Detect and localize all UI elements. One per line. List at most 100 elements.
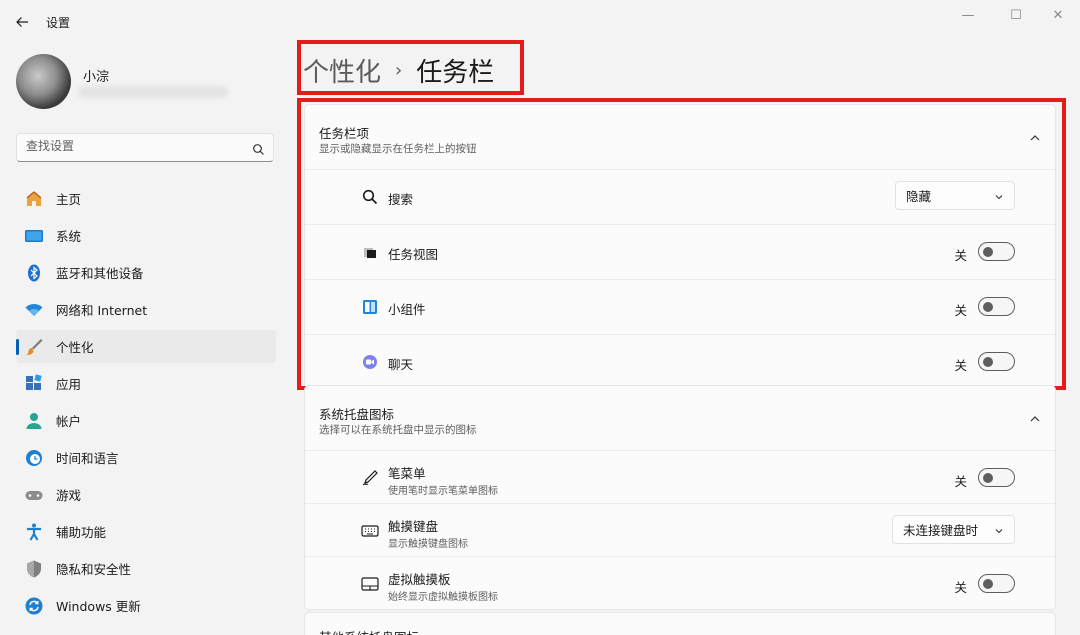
page-title: 任务栏: [416, 58, 495, 88]
toggle-state: 关: [954, 474, 967, 489]
sidebar-nav: 主页 系统 蓝牙和其他设备 网络和 Internet 个性化 应用 帐户 时间和…: [16, 182, 276, 626]
system-tray-header[interactable]: 系统托盘图标 选择可以在系统托盘中显示的图标: [305, 386, 1055, 450]
bluetooth-icon: [24, 263, 44, 283]
sidebar-item-label: Windows 更新: [56, 599, 141, 614]
chevron-down-icon: [994, 524, 1004, 539]
task-view-icon: [361, 243, 379, 261]
breadcrumb-separator: ›: [395, 60, 403, 81]
section-subtitle: 显示或隐藏显示在任务栏上的按钮: [319, 143, 477, 155]
app-title: 设置: [46, 16, 71, 30]
dropdown-value: 隐藏: [906, 189, 932, 204]
keyboard-icon: [361, 522, 379, 540]
chevron-down-icon: [994, 190, 1004, 205]
setting-label: 搜索: [388, 192, 414, 207]
sidebar-item-label: 隐私和安全性: [56, 562, 132, 577]
brush-icon: [24, 337, 44, 357]
sidebar-item-label: 时间和语言: [56, 451, 119, 466]
toggle-state: 关: [954, 580, 967, 595]
sidebar-item-label: 辅助功能: [56, 525, 107, 540]
maximize-button[interactable]: ☐: [998, 4, 1034, 26]
toggle-state: 关: [954, 248, 967, 263]
sidebar-item-accounts[interactable]: 帐户: [16, 404, 276, 437]
task-view-toggle[interactable]: [978, 242, 1015, 261]
search-icon: [361, 188, 379, 206]
setting-row-touch-keyboard: 触摸键盘 显示触摸键盘图标 未连接键盘时: [305, 503, 1055, 556]
sidebar-item-label: 系统: [56, 229, 82, 244]
setting-label: 任务视图: [388, 247, 439, 262]
setting-row-widgets: 小组件 关: [305, 279, 1055, 334]
virtual-touchpad-toggle[interactable]: [978, 574, 1015, 593]
dropdown-value: 未连接键盘时: [903, 523, 979, 538]
chat-toggle[interactable]: [978, 352, 1015, 371]
breadcrumb-parent[interactable]: 个性化: [303, 52, 381, 89]
home-icon: [24, 189, 44, 209]
setting-description: 始终显示虚拟触摸板图标: [388, 592, 498, 603]
wifi-icon: [24, 300, 44, 320]
setting-row-search: 搜索 隐藏: [305, 169, 1055, 224]
taskbar-items-card: 任务栏项 显示或隐藏显示在任务栏上的按钮 搜索 隐藏 任务视图 关 小组件 关 …: [304, 104, 1056, 390]
display-icon: [24, 226, 44, 246]
sidebar-item-label: 帐户: [56, 414, 82, 429]
toggle-state: 关: [954, 358, 967, 373]
other-tray-card[interactable]: 其他系统托盘图标: [304, 612, 1056, 635]
active-indicator: [16, 339, 19, 355]
sidebar-item-windows-update[interactable]: Windows 更新: [16, 589, 276, 622]
accessibility-icon: [24, 522, 44, 542]
back-arrow-icon: [16, 17, 28, 27]
widgets-icon: [361, 298, 379, 316]
search-icon: [252, 141, 265, 160]
setting-row-virtual-touchpad: 虚拟触摸板 始终显示虚拟触摸板图标 关: [305, 556, 1055, 609]
sidebar-item-label: 蓝牙和其他设备: [56, 266, 144, 281]
chevron-up-icon: [1029, 129, 1041, 148]
sidebar-item-label: 个性化: [56, 340, 94, 355]
sidebar-item-label: 主页: [56, 192, 82, 207]
setting-label: 笔菜单: [388, 466, 426, 481]
back-button[interactable]: [10, 10, 34, 34]
setting-description: 使用笔时显示笔菜单图标: [388, 486, 498, 497]
touchpad-icon: [361, 575, 379, 593]
sidebar-item-gaming[interactable]: 游戏: [16, 478, 276, 511]
setting-label: 虚拟触摸板: [388, 572, 451, 587]
account-icon: [24, 411, 44, 431]
breadcrumb: 个性化 › 任务栏: [303, 52, 494, 89]
sidebar-item-accessibility[interactable]: 辅助功能: [16, 515, 276, 548]
chevron-up-icon: [1029, 410, 1041, 429]
setting-description: 显示触摸键盘图标: [388, 539, 468, 550]
clock-globe-icon: [24, 448, 44, 468]
shield-icon: [24, 559, 44, 579]
sidebar-item-personalization[interactable]: 个性化: [16, 330, 276, 363]
sidebar-item-time-language[interactable]: 时间和语言: [16, 441, 276, 474]
sidebar-item-bluetooth[interactable]: 蓝牙和其他设备: [16, 256, 276, 289]
search-mode-dropdown[interactable]: 隐藏: [895, 181, 1015, 210]
pen-icon: [361, 469, 379, 487]
close-button[interactable]: ✕: [1040, 4, 1076, 26]
pen-menu-toggle[interactable]: [978, 468, 1015, 487]
update-icon: [24, 596, 44, 616]
setting-row-chat: 聊天 关: [305, 334, 1055, 389]
user-name: 小淙: [83, 70, 110, 85]
search-input[interactable]: [26, 139, 246, 153]
taskbar-items-header[interactable]: 任务栏项 显示或隐藏显示在任务栏上的按钮: [305, 105, 1055, 169]
gamepad-icon: [24, 485, 44, 505]
sidebar-item-system[interactable]: 系统: [16, 219, 276, 252]
sidebar-item-network[interactable]: 网络和 Internet: [16, 293, 276, 326]
setting-row-task-view: 任务视图 关: [305, 224, 1055, 279]
system-tray-card: 系统托盘图标 选择可以在系统托盘中显示的图标 笔菜单 使用笔时显示笔菜单图标 关…: [304, 385, 1056, 610]
sidebar-item-home[interactable]: 主页: [16, 182, 276, 215]
section-subtitle: 选择可以在系统托盘中显示的图标: [319, 424, 477, 436]
sidebar-item-apps[interactable]: 应用: [16, 367, 276, 400]
chat-icon: [361, 353, 379, 371]
search-box[interactable]: [16, 133, 274, 162]
sidebar-item-label: 应用: [56, 377, 82, 392]
user-email-redacted: [78, 86, 228, 98]
widgets-toggle[interactable]: [978, 297, 1015, 316]
sidebar-item-label: 游戏: [56, 488, 82, 503]
section-title: 任务栏项: [319, 126, 370, 141]
avatar: [16, 54, 71, 109]
user-profile[interactable]: 小淙: [16, 54, 276, 110]
touch-keyboard-dropdown[interactable]: 未连接键盘时: [892, 515, 1015, 544]
setting-label: 触摸键盘: [388, 519, 439, 534]
sidebar-item-privacy[interactable]: 隐私和安全性: [16, 552, 276, 585]
minimize-button[interactable]: —: [950, 4, 986, 26]
apps-icon: [24, 373, 44, 394]
